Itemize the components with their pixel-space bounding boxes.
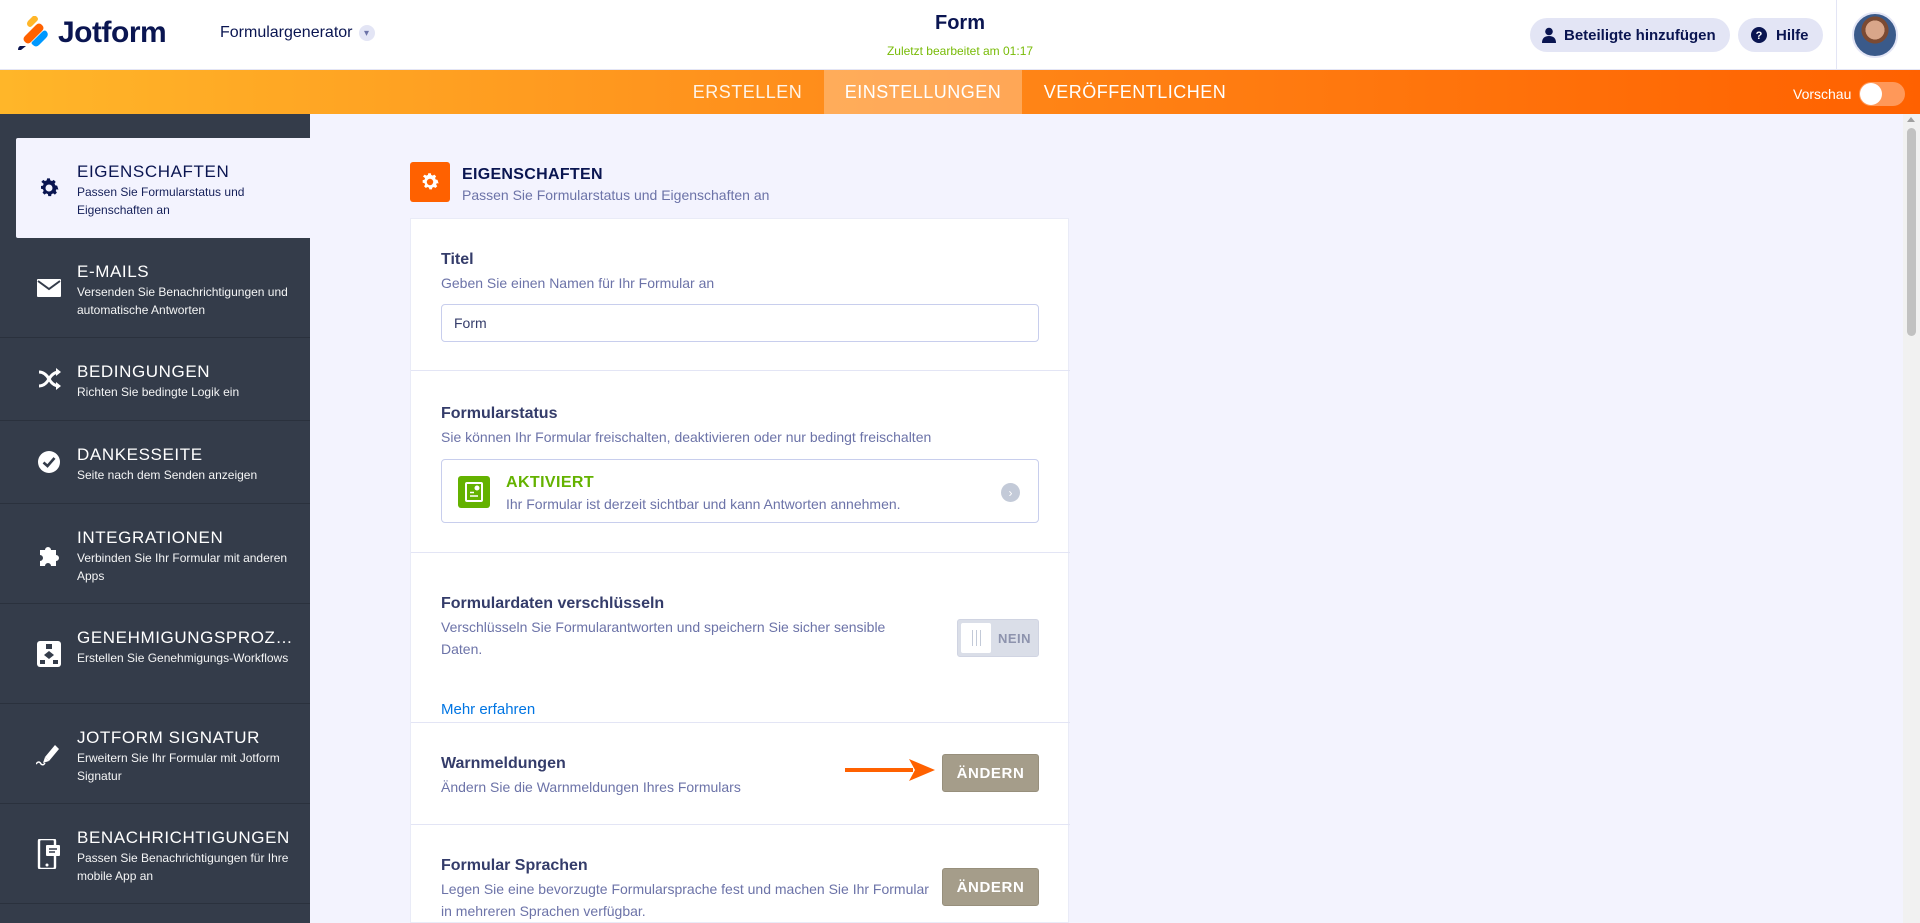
section-header: EIGENSCHAFTEN Passen Sie Formularstatus … [410,162,769,203]
languages-label: Formular Sprachen [441,857,588,874]
puzzle-icon [34,539,64,569]
sidebar-item-title: GENEHMIGUNGSPROZESSE [77,628,302,647]
jotform-logo-icon [18,16,48,50]
status-label: Formularstatus [441,405,558,422]
gear-icon [34,173,64,203]
title-desc: Geben Sie einen Namen für Ihr Formular a… [441,275,715,291]
tab-create[interactable]: ERSTELLEN [680,70,815,114]
question-circle-icon: ? [1751,27,1767,43]
page-scrollbar[interactable] [1903,114,1920,923]
add-collaborators-button[interactable]: Beteiligte hinzufügen [1530,18,1730,52]
help-label: Hilfe [1776,26,1809,44]
sidebar-item-conditions[interactable]: BEDINGUNGEN Richten Sie bedingte Logik e… [0,338,310,421]
row-title: Titel Geben Sie einen Namen für Ihr Form… [411,219,1070,371]
envelope-icon [34,273,64,303]
properties-panel: Titel Geben Sie einen Namen für Ihr Form… [410,218,1070,923]
section-title: EIGENSCHAFTEN [462,166,603,183]
tab-settings[interactable]: EINSTELLUNGEN [824,70,1022,114]
change-warnings-button[interactable]: ÄNDERN [942,754,1039,792]
sidebar-item-notifications[interactable]: BENACHRICHTIGUNGEN Passen Sie Benachrich… [0,804,310,904]
sidebar-item-sub: Passen Sie Benachrichtigungen für Ihre m… [77,851,289,883]
sidebar-item-title: BEDINGUNGEN [77,362,211,381]
row-languages: Formular Sprachen Legen Sie eine bevorzu… [411,825,1070,923]
app-header: Jotform Formulargenerator ▾ Form Zuletzt… [0,0,1920,70]
gear-icon [410,162,450,202]
sidebar-item-title: EIGENSCHAFTEN [77,162,230,181]
mobile-icon [34,838,64,869]
arrow-right-icon [845,759,935,781]
sidebar-item-title: JOTFORM SIGNATUR [77,728,261,747]
sidebar-item-title: BENACHRICHTIGUNGEN [77,828,290,847]
header-divider [1836,0,1837,70]
encrypt-label: Formulardaten verschlüsseln [441,595,665,612]
chevron-right-icon: › [1001,483,1020,502]
form-enabled-icon [458,476,490,508]
sidebar-item-title: E-MAILS [77,262,150,281]
help-button[interactable]: ? Hilfe [1738,18,1823,52]
sidebar-item-properties[interactable]: EIGENSCHAFTEN Passen Sie Formularstatus … [16,138,310,238]
generator-dropdown[interactable]: Formulargenerator ▾ [220,24,375,42]
sidebar-item-title: INTEGRATIONEN [77,528,224,547]
change-languages-button[interactable]: ÄNDERN [942,868,1039,906]
section-subtitle: Passen Sie Formularstatus und Eigenschaf… [462,187,770,203]
sidebar-item-thankyou[interactable]: DANKESSEITE Seite nach dem Senden anzeig… [0,421,310,504]
sidebar-item-sub: Erstellen Sie Genehmigungs-Workflows [77,651,289,665]
sidebar-item-sub: Erweitern Sie Ihr Formular mit Jotform S… [77,751,280,783]
row-warnings: Warnmeldungen Ändern Sie die Warnmeldung… [411,723,1070,825]
jotform-logo[interactable]: Jotform [18,16,167,50]
sidebar-item-emails[interactable]: E-MAILS Versenden Sie Benachrichtigungen… [0,238,310,338]
warnings-desc: Ändern Sie die Warnmeldungen Ihres Formu… [441,779,741,795]
brand-name: Jotform [58,16,167,49]
encrypt-toggle-label: NEIN [998,631,1032,646]
status-value: AKTIVIERT [506,474,595,491]
form-status-selector[interactable]: AKTIVIERT Ihr Formular ist derzeit sicht… [441,459,1039,523]
chevron-down-icon: ▾ [358,25,375,41]
status-desc: Sie können Ihr Formular freischalten, de… [441,429,932,445]
preview-toggle-group: Vorschau [1793,82,1906,106]
toggle-knob [1860,83,1883,105]
scroll-up-icon [1907,117,1915,122]
sidebar-item-sub: Versenden Sie Benachrichtigungen und aut… [77,285,288,317]
status-value-desc: Ihr Formular ist derzeit sichtbar und ka… [506,496,901,512]
title-label: Titel [441,251,474,268]
sidebar-item-sub: Verbinden Sie Ihr Formular mit anderen A… [77,551,288,583]
settings-sidebar: EIGENSCHAFTEN Passen Sie Formularstatus … [0,114,310,923]
add-collaborators-label: Beteiligte hinzufügen [1564,26,1716,44]
pen-icon [34,739,64,769]
row-encrypt: Formulardaten verschlüsseln Verschlüssel… [411,553,1070,723]
warnings-label: Warnmeldungen [441,755,566,772]
generator-label: Formulargenerator [220,24,353,41]
svg-text:?: ? [1756,30,1763,42]
learn-more-link[interactable]: Mehr erfahren [441,701,535,718]
scrollbar-thumb[interactable] [1907,128,1916,336]
row-status: Formularstatus Sie können Ihr Formular f… [411,371,1070,553]
user-icon [1542,27,1556,43]
check-circle-icon [34,447,64,477]
languages-desc: Legen Sie eine bevorzugte Formularsprach… [441,881,929,919]
builder-nav: ERSTELLEN EINSTELLUNGEN VERÖFFENTLICHEN … [0,70,1920,114]
encrypt-desc: Verschlüsseln Sie Formularantworten und … [441,619,886,657]
sidebar-item-sub: Seite nach dem Senden anzeigen [77,468,258,482]
tab-publish[interactable]: VERÖFFENTLICHEN [1030,70,1240,114]
sidebar-item-integrations[interactable]: INTEGRATIONEN Verbinden Sie Ihr Formular… [0,504,310,604]
sidebar-item-sub: Passen Sie Formularstatus und Eigenschaf… [77,185,245,217]
workflow-icon [34,639,64,669]
toggle-handle [961,623,991,653]
preview-label: Vorschau [1793,86,1852,102]
sidebar-item-title: DANKESSEITE [77,445,203,464]
form-title-input[interactable] [441,304,1039,342]
sidebar-item-approvals[interactable]: GENEHMIGUNGSPROZESSE Erstellen Sie Geneh… [0,604,310,704]
preview-toggle[interactable] [1859,82,1906,106]
encrypt-toggle[interactable]: NEIN [957,619,1039,657]
sidebar-item-signature[interactable]: JOTFORM SIGNATUR Erweitern Sie Ihr Formu… [0,704,310,804]
sidebar-item-sub: Richten Sie bedingte Logik ein [77,385,240,399]
shuffle-icon [34,364,64,394]
avatar[interactable] [1852,12,1898,58]
